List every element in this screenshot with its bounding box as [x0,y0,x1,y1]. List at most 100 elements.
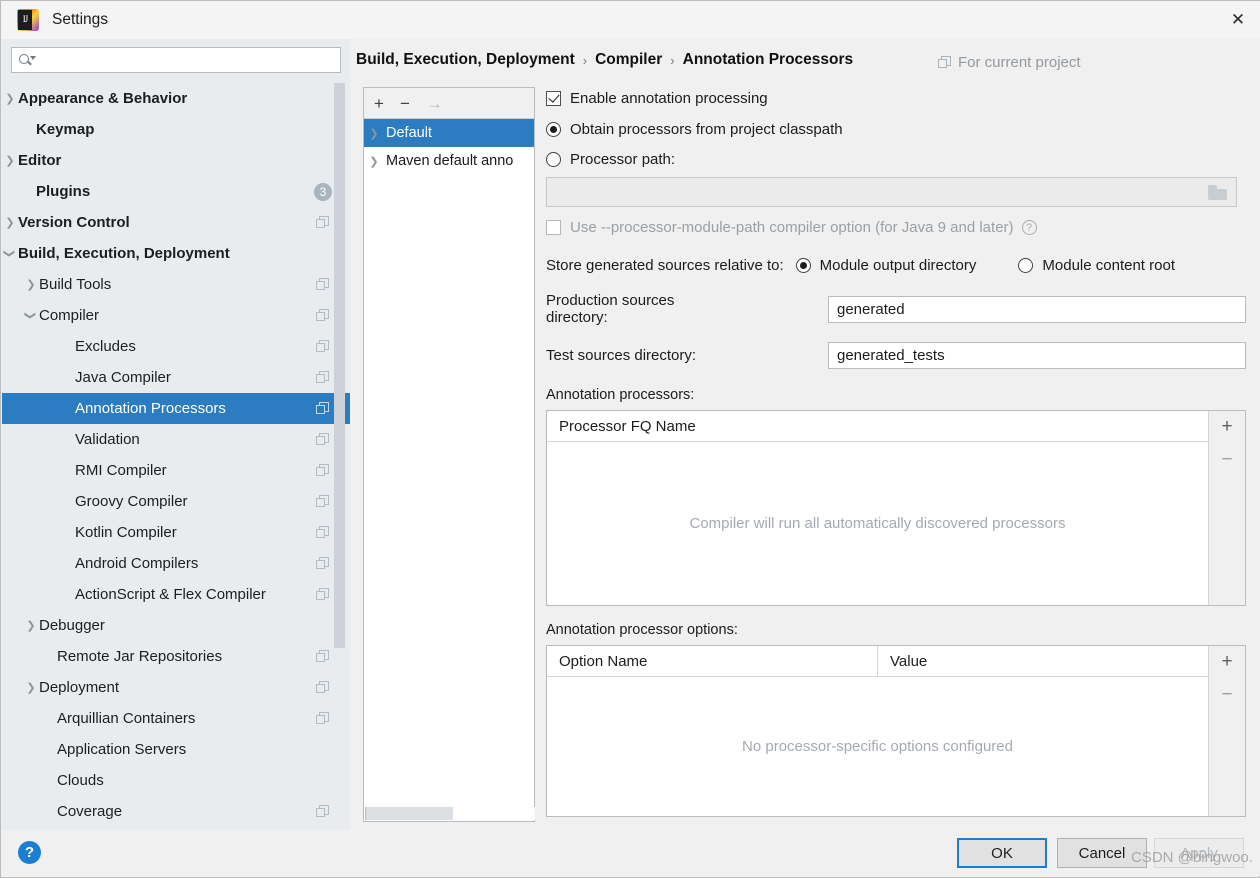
test-sources-label: Test sources directory: [546,347,697,364]
sidebar-item-validation[interactable]: Validation [2,424,350,455]
chevron-down-icon[interactable] [23,308,39,324]
column-header-value[interactable]: Value [877,645,1208,677]
ok-button[interactable]: OK [957,838,1047,868]
copy-icon [316,495,329,508]
production-sources-input[interactable] [828,295,1246,323]
sidebar-item-version-control[interactable]: Version Control [2,207,350,238]
processor-path-label[interactable]: Processor path: [570,151,675,168]
obtain-from-classpath-label[interactable]: Obtain processors from project classpath [570,121,843,138]
copy-icon [316,278,329,291]
profile-item-maven-default-anno[interactable]: Maven default anno [364,147,534,175]
move-to-profile-button[interactable]: → [426,95,443,112]
chevron-right-icon[interactable] [2,91,18,107]
sidebar-item-actionscript-flex-compiler[interactable]: ActionScript & Flex Compiler [2,579,350,610]
sidebar-item-deployment[interactable]: Deployment [2,672,350,703]
copy-icon [316,433,329,446]
use-processor-module-path-checkbox[interactable] [546,220,561,235]
sidebar-item-label: Deployment [39,679,120,696]
enable-annotation-processing-label[interactable]: Enable annotation processing [570,90,768,107]
test-sources-input[interactable] [828,342,1246,369]
chevron-right-icon[interactable] [2,153,18,169]
breadcrumb-part-2[interactable]: Compiler [595,51,662,69]
copy-icon [316,216,329,229]
add-processor-button[interactable]: + [1221,417,1232,436]
apply-button[interactable]: Apply [1154,838,1244,868]
sidebar-item-clouds[interactable]: Clouds [2,765,350,796]
copy-icon [316,340,329,353]
chevron-right-icon[interactable] [23,680,39,696]
chevron-right-icon[interactable] [23,618,39,634]
help-icon[interactable]: ? [1021,220,1037,235]
sidebar-item-label: Arquillian Containers [57,710,196,727]
sidebar-item-kotlin-compiler[interactable]: Kotlin Compiler [2,517,350,548]
cancel-button[interactable]: Cancel [1057,838,1147,868]
sidebar-item-label: Clouds [57,772,104,789]
remove-profile-button[interactable]: − [400,95,410,112]
window-title: Settings [52,11,109,28]
sidebar-item-rmi-compiler[interactable]: RMI Compiler [2,455,350,486]
folder-icon[interactable] [1208,184,1227,200]
copy-icon [316,681,329,694]
add-option-button[interactable]: + [1221,652,1232,671]
copy-icon [316,371,329,384]
sidebar-item-label: Keymap [36,121,95,138]
remove-processor-button[interactable]: − [1221,450,1232,469]
sidebar-item-label: Validation [75,431,140,448]
options-table-body: Option Name Value No processor-specific … [547,645,1208,816]
processor-path-radio[interactable] [546,152,561,167]
sidebar-item-compiler[interactable]: Compiler [2,300,350,331]
obtain-from-classpath-radio[interactable] [546,122,561,137]
search-input[interactable] [34,49,340,71]
sidebar-item-annotation-processors[interactable]: Annotation Processors [2,393,350,424]
sidebar-item-label: Android Compilers [75,555,199,572]
remove-option-button[interactable]: − [1221,685,1232,704]
sidebar-item-keymap[interactable]: Keymap [2,114,350,145]
sidebar-item-java-compiler[interactable]: Java Compiler [2,362,350,393]
annotation-processors-form: Enable annotation processing Obtain proc… [546,87,1252,817]
sidebar-item-label: Version Control [18,214,130,231]
breadcrumb-part-3: Annotation Processors [682,51,854,68]
sidebar-item-groovy-compiler[interactable]: Groovy Compiler [2,486,350,517]
column-header-processor-fq-name[interactable]: Processor FQ Name [547,411,1208,442]
processors-table-empty-text: Compiler will run all automatically disc… [689,515,1066,532]
sidebar-item-label: Coverage [57,803,123,820]
chevron-right-icon[interactable] [366,125,382,141]
chevron-right-icon[interactable] [366,153,382,169]
sidebar-item-coverage[interactable]: Coverage [2,796,350,827]
sidebar-item-editor[interactable]: Editor [2,145,350,176]
sidebar-item-android-compilers[interactable]: Android Compilers [2,548,350,579]
processor-module-path-row: Use --processor-module-path compiler opt… [546,219,1252,236]
add-profile-button[interactable]: + [374,95,384,112]
sidebar-item-remote-jar-repositories[interactable]: Remote Jar Repositories [2,641,350,672]
sidebar-item-debugger[interactable]: Debugger [2,610,350,641]
close-icon[interactable]: ✕ [1215,1,1260,39]
annotation-processors-table-label: Annotation processors: [546,387,695,403]
sidebar-item-build-tools[interactable]: Build Tools [2,269,350,300]
module-content-root-label[interactable]: Module content root [1042,257,1175,274]
copy-icon [316,588,329,601]
profile-item-default[interactable]: Default [364,119,534,147]
module-output-directory-radio[interactable] [795,258,811,273]
profiles-list: Default Maven default anno [364,119,534,175]
module-output-directory-label[interactable]: Module output directory [820,257,977,274]
sidebar-item-build-execution-deployment[interactable]: Build, Execution, Deployment [2,238,350,269]
sidebar-item-appearance-behavior[interactable]: Appearance & Behavior [2,83,350,114]
column-header-option-name[interactable]: Option Name [547,646,877,677]
chevron-right-icon[interactable] [23,277,39,293]
sidebar-item-arquillian-containers[interactable]: Arquillian Containers [2,703,350,734]
sidebar-item-label: Application Servers [57,741,187,758]
sidebar-item-label: Groovy Compiler [75,493,188,510]
chevron-right-icon[interactable] [2,215,18,231]
chevron-down-icon[interactable] [2,246,18,262]
breadcrumb-part-1[interactable]: Build, Execution, Deployment [356,51,575,69]
sidebar-item-plugins[interactable]: Plugins 3 [2,176,350,207]
module-content-root-radio[interactable] [1018,258,1034,273]
sidebar-scrollbar-thumb[interactable] [334,83,345,648]
sidebar-item-excludes[interactable]: Excludes [2,331,350,362]
enable-annotation-processing-checkbox[interactable] [546,91,561,106]
processor-path-field[interactable] [546,177,1237,207]
sidebar-item-application-servers[interactable]: Application Servers [2,734,350,765]
profiles-hscrollbar-thumb[interactable] [365,807,453,820]
help-button[interactable]: ? [18,841,41,864]
search-box[interactable] [11,47,341,73]
